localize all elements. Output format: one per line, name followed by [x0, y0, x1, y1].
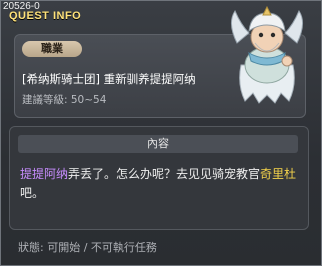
npc-name-highlight: 提提阿纳: [20, 167, 69, 181]
description-text: 弄丢了。怎么办呢？去见见骑宠教官: [68, 167, 261, 181]
npc-name-highlight-2: 奇里杜: [260, 167, 297, 181]
recommended-level: 建議等級: 50~54: [22, 94, 107, 106]
window-title: QUEST INFO: [9, 10, 82, 22]
quest-category-tag: 職業: [22, 41, 82, 57]
quest-name: [希纳斯骑士团] 重新驯养提提阿纳: [22, 72, 196, 86]
description-text-end: 吧。: [20, 186, 45, 200]
npc-portrait: [231, 5, 303, 104]
content-header: 內容: [18, 135, 298, 153]
quest-status: 狀態: 可開始 / 不可執行任務: [18, 241, 157, 254]
quest-description: 提提阿纳弄丢了。怎么办呢？去见见骑宠教官奇里杜吧。: [20, 165, 300, 203]
quest-content-panel: 內容 提提阿纳弄丢了。怎么办呢？去见见骑宠教官奇里杜吧。: [9, 126, 309, 230]
quest-info-window: 20526-0 QUEST INFO 職業 [希纳斯骑士团] 重新驯养提提阿纳 …: [0, 0, 322, 266]
